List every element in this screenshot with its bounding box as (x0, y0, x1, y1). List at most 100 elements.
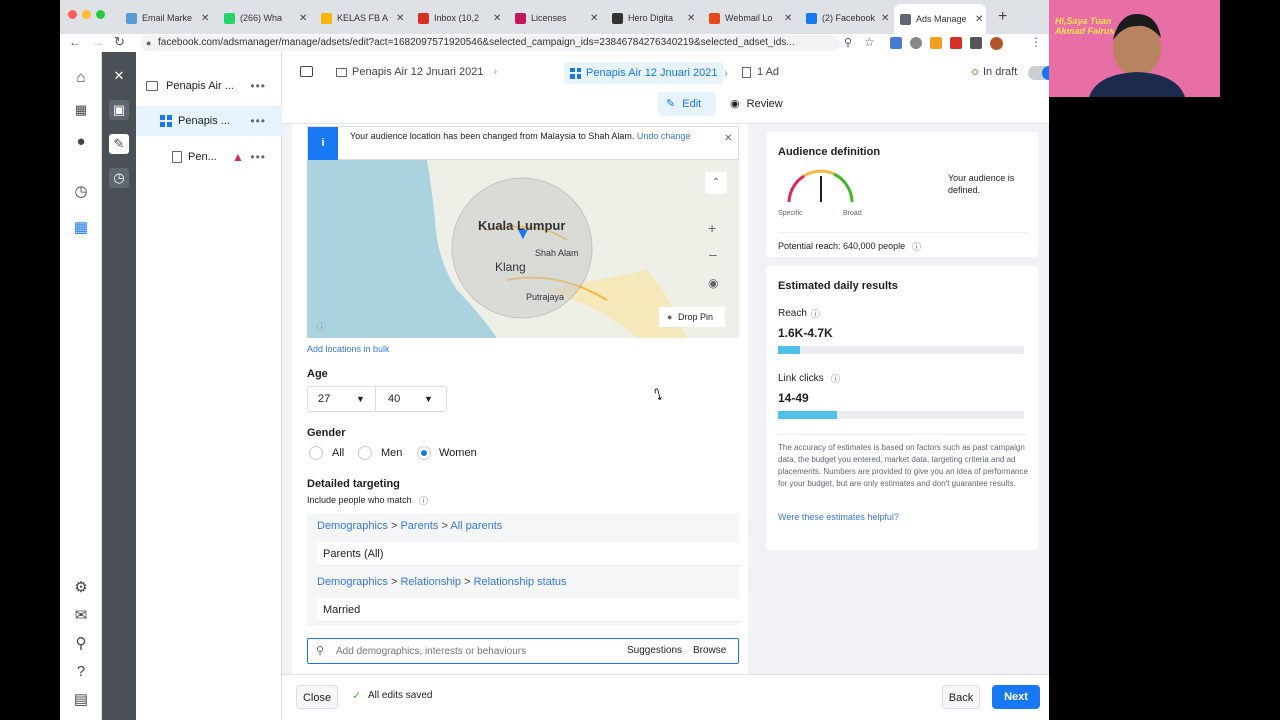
tab-close-icon[interactable]: ✕ (299, 13, 307, 24)
tree-adset[interactable]: Penapis ... ••• (136, 106, 282, 136)
review-tab[interactable]: ◉ Review (730, 92, 783, 116)
info-icon[interactable]: ⓘ (811, 307, 820, 320)
targeting-search-input[interactable] (336, 642, 616, 660)
tab-close-icon[interactable]: ✕ (590, 13, 598, 24)
targeting-path-parents[interactable]: Demographics > Parents > All parents (317, 520, 502, 532)
more-options-icon[interactable]: ••• (250, 150, 266, 164)
browser-tab[interactable]: Inbox (10,2 ✕ (412, 6, 504, 30)
notifications-bell-icon[interactable]: ✉ (71, 606, 91, 626)
undo-change-link[interactable]: Undo change (637, 131, 691, 141)
browser-tab[interactable]: KELAS FB A ✕ (315, 6, 407, 30)
minimize-window-dot[interactable] (82, 10, 91, 19)
settings-gear-icon[interactable]: ⚙ (71, 578, 91, 598)
close-window-dot[interactable] (68, 10, 77, 19)
more-options-icon[interactable]: ••• (250, 114, 266, 128)
drop-pin-button[interactable]: ● Drop Pin (659, 307, 725, 327)
more-options-icon[interactable]: ••• (250, 79, 266, 93)
breadcrumb-ad[interactable]: 1 Ad (742, 66, 779, 78)
home-icon[interactable]: ⌂ (71, 68, 91, 88)
browser-tab[interactable]: Webmail Lo ✕ (703, 6, 795, 30)
money-bag-icon[interactable]: ● (71, 132, 91, 152)
back-arrow-icon[interactable]: ← (69, 35, 81, 49)
age-min-select[interactable]: 27 ▼ (308, 387, 376, 411)
extension-icon[interactable] (930, 37, 942, 49)
maximize-window-dot[interactable] (96, 10, 105, 19)
locate-icon[interactable]: ◉ (708, 276, 718, 290)
targeting-item-married[interactable]: Married (317, 598, 743, 622)
reload-icon[interactable]: ↻ (114, 34, 125, 50)
puzzle-icon[interactable] (970, 37, 982, 49)
map-info-icon[interactable]: ⓘ (317, 320, 326, 333)
browser-tab[interactable]: (2) Facebook ✕ (800, 6, 892, 30)
campaign-tree: Penapis Air ... ••• Penapis ... ••• Pen.… (136, 52, 282, 720)
extension-icon[interactable] (910, 37, 922, 49)
publish-toggle[interactable] (1028, 66, 1049, 80)
tab-close-icon[interactable]: ✕ (784, 13, 792, 24)
clicks-bar (778, 411, 1024, 419)
new-tab-button[interactable]: + (998, 8, 1007, 26)
tab-close-icon[interactable]: ✕ (881, 13, 889, 24)
gender-men-radio[interactable] (358, 446, 372, 460)
location-map[interactable]: Kuala Lumpur Shah Alam Klang Putrajaya ▼… (307, 160, 739, 338)
browser-tab[interactable]: Email Marke ✕ (120, 6, 212, 30)
info-icon[interactable]: ⓘ (831, 372, 840, 385)
forward-arrow-icon[interactable]: → (92, 35, 104, 49)
window-controls[interactable] (68, 10, 105, 19)
history-clock-icon[interactable]: ◷ (109, 168, 129, 188)
browser-tab[interactable]: Hero Digita ✕ (606, 6, 698, 30)
age-max-select[interactable]: 40 ▼ (376, 387, 446, 411)
add-locations-bulk-link[interactable]: Add locations in bulk (307, 344, 390, 354)
search-icon[interactable]: ⚲ (71, 634, 91, 654)
browse-button[interactable]: Browse (693, 645, 726, 656)
next-button[interactable]: Next (992, 685, 1040, 709)
tab-close-icon[interactable]: ✕ (687, 13, 695, 24)
info-icon[interactable]: ⓘ (912, 240, 921, 253)
close-button[interactable]: Close (296, 685, 338, 709)
breadcrumb-campaign[interactable]: Penapis Air 12 Jnuari 2021 › (336, 66, 497, 78)
gender-all-label: All (332, 447, 345, 459)
tab-favicon-icon (515, 12, 526, 24)
targeting-item-parents[interactable]: Parents (All) (317, 542, 743, 566)
extension-icon[interactable] (890, 37, 902, 49)
tab-close-icon[interactable]: ✕ (396, 13, 404, 24)
close-icon[interactable]: ✕ (109, 66, 129, 86)
browser-tab[interactable]: Ads Manage ✕ (894, 4, 986, 34)
tab-close-icon[interactable]: ✕ (201, 13, 209, 24)
zoom-out-icon[interactable]: – (709, 246, 717, 262)
tab-close-icon[interactable]: ✕ (493, 13, 501, 24)
bookmark-star-icon[interactable]: ☆ (864, 35, 875, 49)
browser-tab[interactable]: Licenses ✕ (509, 6, 601, 30)
close-icon[interactable]: ✕ (724, 133, 732, 144)
toggle-panel-icon[interactable] (300, 66, 313, 77)
extension-icon[interactable] (950, 37, 962, 49)
dashboard-gauge-icon[interactable]: ◷ (71, 182, 91, 202)
gender-women-radio[interactable] (417, 446, 431, 460)
info-icon[interactable]: ⓘ (419, 494, 428, 507)
breadcrumb-adset[interactable]: Penapis Air 12 Jnuari 2021 (564, 62, 724, 84)
url-field[interactable]: ● facebook.com/adsmanager/manage/adsets/… (140, 35, 840, 51)
report-icon[interactable]: ▤ (71, 690, 91, 710)
back-button[interactable]: Back (942, 685, 980, 709)
help-icon[interactable]: ? (71, 662, 91, 682)
zoom-icon[interactable]: ⚲ (844, 36, 852, 49)
targeting-label: Detailed targeting (307, 478, 400, 490)
apps-grid-icon[interactable]: ▦ (71, 100, 91, 120)
tree-ad[interactable]: Pen... ▲ ••• (136, 142, 282, 172)
targeting-path-relationship[interactable]: Demographics > Relationship > Relationsh… (317, 576, 567, 588)
profile-avatar[interactable] (990, 37, 1003, 50)
tab-close-icon[interactable]: ✕ (975, 14, 983, 25)
pencil-icon[interactable]: ✎ (109, 134, 129, 154)
zoom-in-icon[interactable]: + (708, 220, 716, 236)
chart-icon[interactable]: ▣ (109, 100, 129, 120)
tree-campaign[interactable]: Penapis Air ... ••• (136, 71, 282, 101)
browser-tab[interactable]: (266) Wha ✕ (218, 6, 310, 30)
suggestions-button[interactable]: Suggestions (627, 645, 682, 656)
estimates-feedback-link[interactable]: Were these estimates helpful? (778, 512, 899, 522)
targeting-search[interactable]: ⚲ Suggestions Browse (307, 638, 739, 664)
ads-table-icon[interactable]: ▦ (71, 218, 91, 238)
browser-menu-icon[interactable]: ⋮ (1030, 35, 1042, 49)
collapse-map-icon[interactable]: ⌃ (705, 172, 727, 194)
path-segment: Demographics (317, 520, 388, 532)
gender-all-radio[interactable] (309, 446, 323, 460)
edit-tab[interactable]: ✎ Edit (658, 92, 716, 116)
